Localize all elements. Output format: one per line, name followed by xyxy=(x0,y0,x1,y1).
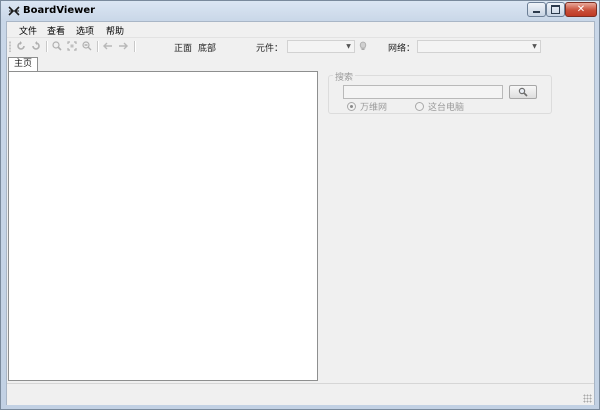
rotate-right-icon[interactable] xyxy=(31,41,41,51)
arrow-right-icon[interactable] xyxy=(118,41,128,51)
zoom-icon[interactable] xyxy=(52,41,62,51)
toolbar-grip-icon[interactable] xyxy=(9,41,11,52)
menu-help[interactable]: 帮助 xyxy=(104,24,126,37)
board-view-panel[interactable] xyxy=(8,71,318,381)
maximize-icon xyxy=(551,5,560,14)
tab-home[interactable]: 主页 xyxy=(8,57,38,71)
search-input[interactable] xyxy=(343,85,503,99)
crossed-arrows-icon xyxy=(8,6,20,16)
toolbar-separator xyxy=(46,41,48,52)
toolbar-separator xyxy=(134,41,136,52)
front-view-button[interactable]: 正面 xyxy=(174,41,192,54)
resize-grip-icon[interactable] xyxy=(583,394,592,403)
search-group: 搜索 万维网 这台电脑 xyxy=(328,70,552,114)
net-select[interactable]: ▼ xyxy=(417,40,541,53)
title-bar[interactable]: BoardViewer ✕ xyxy=(1,1,599,21)
radio-checked-icon[interactable] xyxy=(347,102,356,111)
arrow-left-icon[interactable] xyxy=(103,41,113,51)
minimize-icon xyxy=(533,11,540,13)
radio-this-pc[interactable]: 这台电脑 xyxy=(415,101,465,113)
status-bar xyxy=(7,383,594,405)
radio-web-label: 万维网 xyxy=(360,103,388,113)
search-button[interactable] xyxy=(509,85,537,99)
light-bulb-icon[interactable] xyxy=(358,41,368,51)
close-icon: ✕ xyxy=(576,3,586,15)
minimize-button[interactable] xyxy=(527,2,546,17)
menu-options[interactable]: 选项 xyxy=(74,24,96,37)
component-label: 元件： xyxy=(256,44,284,54)
toolbar-separator xyxy=(97,41,99,52)
chevron-down-icon[interactable]: ▼ xyxy=(530,42,539,51)
window-title: BoardViewer xyxy=(23,5,96,16)
maximize-button[interactable] xyxy=(546,2,565,17)
menu-bar: 文件 查看 选项 帮助 xyxy=(7,22,594,37)
chevron-down-icon[interactable]: ▼ xyxy=(344,42,353,51)
radio-unchecked-icon[interactable] xyxy=(415,102,424,111)
app-window: BoardViewer ✕ 文件 查看 选项 帮助 正面 底部 元件： ▼ 网络… xyxy=(0,0,600,410)
rotate-left-icon[interactable] xyxy=(16,41,26,51)
bottom-view-button[interactable]: 底部 xyxy=(198,41,216,54)
radio-web[interactable]: 万维网 xyxy=(347,101,388,113)
search-group-title: 搜索 xyxy=(333,70,356,83)
menu-file[interactable]: 文件 xyxy=(17,24,39,37)
close-button[interactable]: ✕ xyxy=(565,2,597,17)
component-select[interactable]: ▼ xyxy=(287,40,355,53)
radio-this-pc-label: 这台电脑 xyxy=(428,103,465,113)
net-label: 网络： xyxy=(388,44,416,54)
zoom-out-icon[interactable] xyxy=(82,41,92,51)
toolbar: 正面 底部 元件： ▼ 网络： ▼ xyxy=(7,37,594,55)
magnifier-icon xyxy=(518,87,528,97)
menu-view[interactable]: 查看 xyxy=(45,24,67,37)
client-area: 文件 查看 选项 帮助 正面 底部 元件： ▼ 网络： ▼ 主页 搜索 万维网 … xyxy=(6,21,595,405)
fit-icon[interactable] xyxy=(67,41,77,51)
